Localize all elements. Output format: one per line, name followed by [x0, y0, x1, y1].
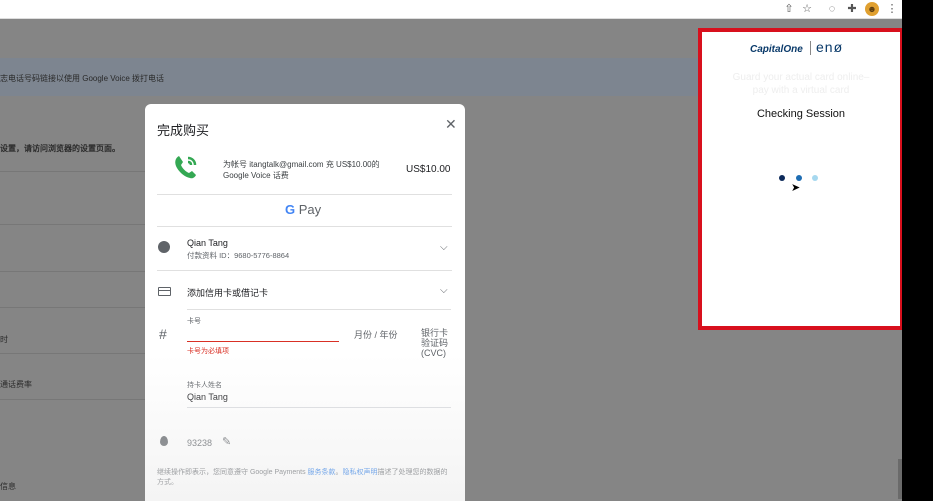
row-divider	[0, 171, 145, 172]
loading-dot	[812, 175, 818, 181]
close-icon[interactable]: ✕	[445, 116, 457, 133]
edit-pencil-icon[interactable]: ✎	[222, 435, 231, 448]
row-time-label: 时	[0, 335, 8, 344]
eno-extension-popup: CapitalOne enø Guard your actual card on…	[698, 28, 904, 330]
card-number-input[interactable]	[187, 328, 339, 342]
ghost-headline-line2: pay with a virtual card	[752, 85, 850, 96]
item-description: 为帐号 itangtalk@gmail.com 充 US$10.00的 Goog…	[223, 160, 380, 180]
profile-avatar-icon[interactable]: ☻	[865, 2, 879, 16]
cardholder-input[interactable]: Qian Tang	[187, 392, 228, 402]
cardholder-label: 持卡人姓名	[187, 382, 222, 389]
eno-logo: enø	[816, 39, 844, 55]
gpay-g-letter: G	[285, 202, 296, 217]
divider	[157, 194, 452, 195]
expiry-field[interactable]: 月份 / 年份	[354, 328, 398, 341]
chevron-down-icon[interactable]: ⌵	[440, 242, 448, 253]
row-divider	[0, 353, 145, 354]
gpay-logo: G Pay	[285, 202, 321, 217]
divider	[187, 309, 451, 310]
black-edge	[902, 0, 933, 501]
cvc-field[interactable]: 银行卡验证码 (CVC)	[421, 328, 455, 358]
browser-toolbar: ⇧ ☆ ◌ ✚ ☻ ⋮	[0, 0, 902, 19]
hash-icon: #	[159, 326, 167, 342]
chat-extension-icon[interactable]: ◌	[825, 2, 839, 16]
google-voice-logo-icon	[175, 156, 197, 179]
star-icon[interactable]: ☆	[800, 2, 814, 16]
zip-code: 93238	[187, 438, 213, 448]
card-number-label: 卡号	[187, 318, 201, 325]
capital-one-logo: CapitalOne	[750, 44, 803, 55]
settings-text: 设置，请访问浏览器的设置页面。	[0, 144, 120, 153]
purchase-dialog: 完成购买 ✕ 为帐号 itangtalk@gmail.com 充 US$10.0…	[145, 104, 465, 501]
gpay-label: Pay	[298, 202, 322, 217]
checking-session-status: Checking Session	[756, 108, 846, 120]
banner-text: 志电话号码链接以使用 Google Voice 拨打电话	[0, 74, 165, 83]
account-circle-icon	[158, 241, 170, 253]
payment-profile-id: 付款资料 ID：9680-5776-8864	[187, 251, 290, 260]
terms-of-service-link[interactable]: 服务条款	[308, 469, 336, 476]
terms-separator: 。	[335, 469, 343, 476]
ghost-headline-line1: Guard your actual card online–	[732, 72, 870, 83]
dialog-title: 完成购买	[157, 123, 210, 138]
row-info-label: 信息	[0, 482, 16, 491]
cardholder-underline	[187, 407, 451, 408]
privacy-policy-link[interactable]: 隐私权声明	[343, 469, 378, 476]
row-divider	[0, 307, 145, 308]
location-pin-icon	[160, 436, 168, 446]
share-icon[interactable]: ⇧	[782, 2, 796, 16]
divider	[157, 270, 452, 271]
extensions-puzzle-icon[interactable]: ✚	[845, 2, 859, 16]
divider	[157, 226, 452, 227]
credit-card-icon	[158, 287, 171, 296]
chevron-down-icon[interactable]: ⌵	[440, 285, 448, 296]
logo-separator	[810, 41, 811, 55]
add-card-label: 添加信用卡或借记卡	[187, 288, 269, 298]
mouse-cursor-icon: ➤	[791, 182, 801, 194]
terms-prefix: 继续操作即表示，您同意遵守 Google Payments	[157, 469, 308, 476]
row-divider	[0, 271, 145, 272]
row-divider	[0, 399, 145, 400]
account-name: Qian Tang	[187, 238, 228, 248]
item-price: US$10.00	[406, 164, 451, 175]
row-divider	[0, 224, 145, 225]
row-rates-label: 通话费率	[0, 380, 32, 389]
card-number-error: 卡号为必填项	[187, 348, 229, 355]
loading-dot	[779, 175, 785, 181]
menu-dots-icon[interactable]: ⋮	[885, 2, 899, 16]
terms-text: 继续操作即表示，您同意遵守 Google Payments 服务条款。隐私权声明…	[157, 468, 453, 488]
